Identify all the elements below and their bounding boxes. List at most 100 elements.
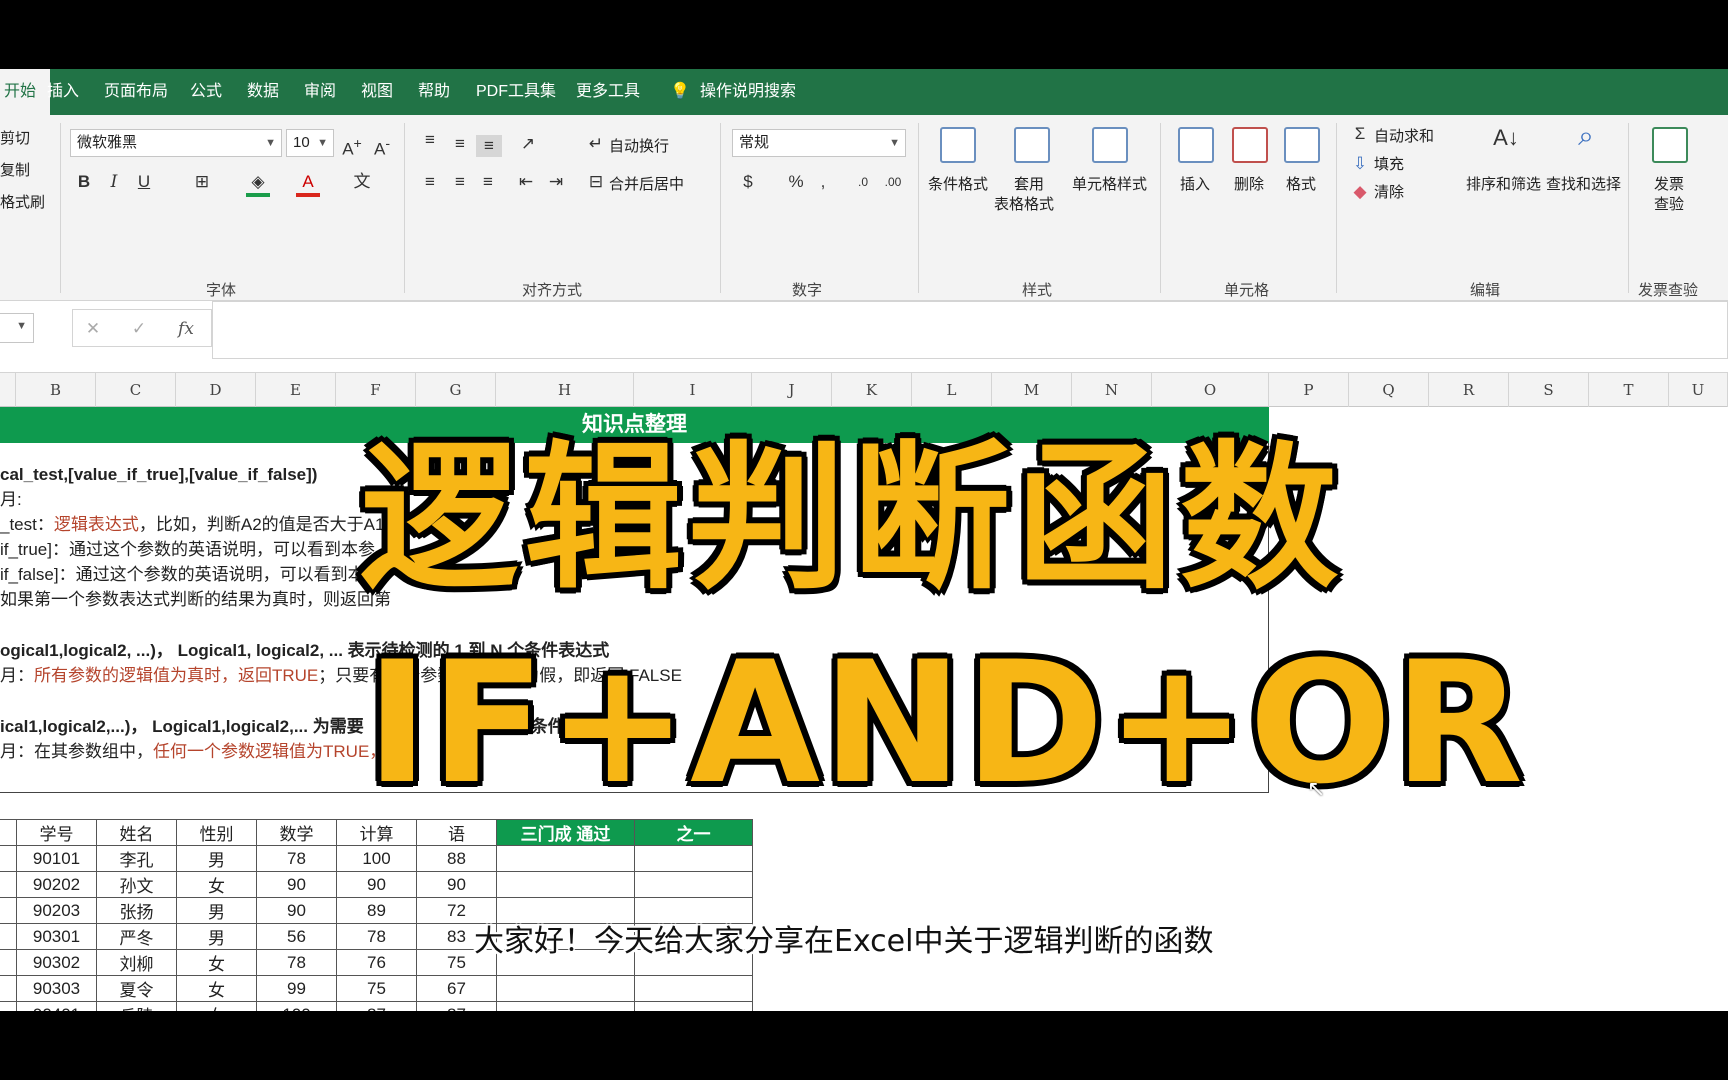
header-cell[interactable]: 性别	[176, 819, 257, 846]
cut-button[interactable]: 剪切	[0, 127, 30, 148]
delete-cells-button[interactable]: 删除	[1234, 173, 1264, 194]
table-cell[interactable]	[634, 845, 753, 872]
column-header[interactable]: S	[1509, 373, 1589, 407]
table-cell[interactable]	[0, 897, 17, 924]
invoice-label-2[interactable]: 查验	[1654, 193, 1684, 214]
cell-styles-button[interactable]: 单元格样式	[1072, 173, 1147, 194]
find-select-button[interactable]: 查找和选择	[1546, 173, 1621, 194]
align-middle-icon[interactable]: ≡	[448, 133, 472, 155]
table-cell[interactable]: 78	[256, 845, 337, 872]
table-cell[interactable]: 89	[336, 897, 417, 924]
tab-page-layout[interactable]: 页面布局	[90, 69, 182, 115]
table-cell[interactable]: 87	[336, 1001, 417, 1011]
font-color-icon[interactable]: A	[296, 171, 320, 197]
table-cell[interactable]: 男	[176, 923, 257, 950]
conditional-format-button[interactable]: 条件格式	[928, 173, 988, 194]
align-left-icon[interactable]: ≡	[418, 171, 442, 193]
number-format-combo[interactable]: 常规 ▼	[732, 129, 906, 157]
wrap-text-button[interactable]: 自动换行	[609, 135, 669, 156]
table-cell[interactable]: 100	[256, 1001, 337, 1011]
wrap-text-icon[interactable]: ↵	[586, 133, 606, 155]
table-cell[interactable]: 夏令	[96, 975, 177, 1002]
table-cell[interactable]: 90401	[16, 1001, 97, 1011]
table-cell[interactable]: 严冬	[96, 923, 177, 950]
autosum-button[interactable]: 自动求和	[1374, 125, 1434, 146]
table-cell[interactable]	[0, 1001, 17, 1011]
student-score-table[interactable]: 学号 姓名 性别 数学 计算 语 三门成 通过 之一 90101 李孔男 78 100…	[0, 819, 753, 1011]
column-header[interactable]: B	[16, 373, 96, 407]
header-cell[interactable]: 姓名	[96, 819, 177, 846]
invoice-label-1[interactable]: 发票	[1654, 173, 1684, 194]
column-header[interactable]: Q	[1349, 373, 1429, 407]
table-cell[interactable]: 女	[176, 1001, 257, 1011]
align-right-icon[interactable]: ≡	[476, 171, 500, 193]
decrease-indent-icon[interactable]: ⇤	[514, 171, 538, 193]
borders-icon[interactable]: ⊞	[190, 171, 214, 193]
column-header[interactable]: U	[1669, 373, 1728, 407]
table-cell[interactable]: 56	[256, 923, 337, 950]
table-cell[interactable]	[496, 845, 635, 872]
table-cell[interactable]: 78	[256, 949, 337, 976]
table-cell[interactable]	[496, 975, 635, 1002]
decrease-decimal-icon[interactable]: .00	[880, 171, 906, 193]
increase-indent-icon[interactable]: ⇥	[544, 171, 568, 193]
tab-more-tools[interactable]: 更多工具	[562, 69, 654, 115]
table-cell[interactable]: 张扬	[96, 897, 177, 924]
table-cell[interactable]: 78	[336, 923, 417, 950]
table-cell[interactable]: 90	[336, 871, 417, 898]
table-cell[interactable]: 90	[416, 871, 497, 898]
comma-button[interactable]: ,	[814, 171, 832, 193]
table-cell[interactable]	[634, 1001, 753, 1011]
align-center-icon[interactable]: ≡	[448, 171, 472, 193]
table-cell[interactable]: 90	[256, 897, 337, 924]
column-header[interactable]: E	[256, 373, 336, 407]
table-cell[interactable]: 女	[176, 949, 257, 976]
table-cell[interactable]	[496, 1001, 635, 1011]
table-cell[interactable]: 90202	[16, 871, 97, 898]
tab-data[interactable]: 数据	[233, 69, 293, 115]
header-cell[interactable]: 数学	[256, 819, 337, 846]
table-cell[interactable]: 90	[256, 871, 337, 898]
table-format-label-2[interactable]: 表格格式	[994, 193, 1054, 214]
column-header[interactable]: D	[176, 373, 256, 407]
format-cells-button[interactable]: 格式	[1286, 173, 1316, 194]
header-cell[interactable]: 计算	[336, 819, 417, 846]
fill-down-icon[interactable]: ⇩	[1350, 153, 1370, 175]
table-cell[interactable]	[0, 949, 17, 976]
table-cell[interactable]	[496, 871, 635, 898]
header-cell[interactable]: 学号	[16, 819, 97, 846]
row-marker-cell[interactable]	[0, 819, 17, 846]
italic-button[interactable]: I	[104, 171, 124, 193]
sigma-icon[interactable]: Σ	[1350, 123, 1370, 145]
phonetic-icon[interactable]: 文	[350, 171, 374, 193]
orientation-icon[interactable]: ↗	[516, 133, 540, 155]
align-bottom-icon[interactable]: ≡	[476, 135, 502, 157]
formula-input[interactable]	[212, 301, 1728, 359]
sort-filter-button[interactable]: 排序和筛选	[1466, 173, 1541, 194]
font-name-combo[interactable]: 微软雅黑 ▼	[70, 129, 282, 157]
name-box[interactable]: ▼	[0, 313, 34, 343]
table-cell[interactable]	[634, 871, 753, 898]
clear-button[interactable]: 清除	[1374, 181, 1404, 202]
table-cell[interactable]: 90302	[16, 949, 97, 976]
copy-button[interactable]: 复制	[0, 159, 30, 180]
bold-button[interactable]: B	[74, 171, 94, 193]
table-cell[interactable]: 刘柳	[96, 949, 177, 976]
fill-color-icon[interactable]: ◈	[246, 171, 270, 197]
cancel-icon[interactable]: ✕	[83, 318, 103, 340]
table-cell[interactable]: 李孔	[96, 845, 177, 872]
enter-icon[interactable]: ✓	[129, 318, 149, 340]
tab-insert[interactable]: 插入	[33, 69, 93, 115]
tab-help[interactable]: 帮助	[404, 69, 464, 115]
table-cell[interactable]	[634, 975, 753, 1002]
insert-cells-button[interactable]: 插入	[1180, 173, 1210, 194]
column-header[interactable]: R	[1429, 373, 1509, 407]
table-cell[interactable]: 女	[176, 871, 257, 898]
table-cell[interactable]: 90101	[16, 845, 97, 872]
header-cell[interactable]: 之一	[634, 819, 753, 846]
table-cell[interactable]: 90203	[16, 897, 97, 924]
tell-me-search[interactable]: 操作说明搜索	[686, 69, 810, 115]
column-header[interactable]: T	[1589, 373, 1669, 407]
table-cell[interactable]: 88	[416, 845, 497, 872]
tab-view[interactable]: 视图	[347, 69, 407, 115]
